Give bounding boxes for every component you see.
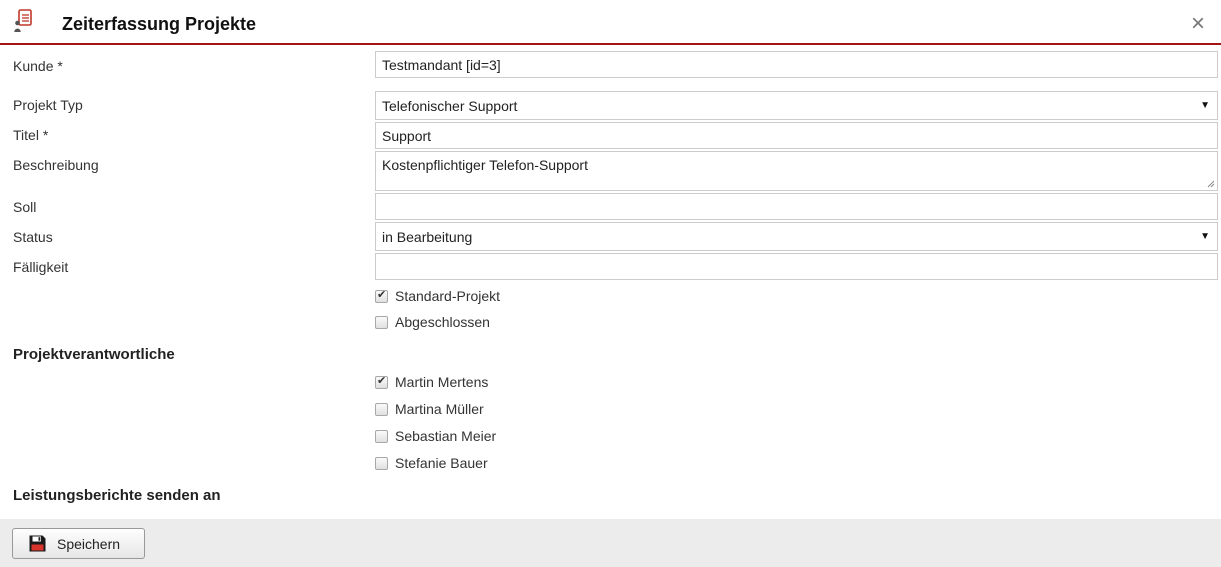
responsible-label: Sebastian Meier: [395, 428, 497, 444]
responsible-martin-mertens[interactable]: Martin Mertens: [375, 374, 488, 390]
beschreibung-textarea[interactable]: [375, 151, 1218, 191]
responsible-label: Martina Müller: [395, 401, 484, 417]
standard-projekt-option[interactable]: Standard-Projekt: [375, 288, 500, 304]
status-label: Status: [13, 229, 53, 245]
faelligkeit-input[interactable]: [375, 253, 1218, 280]
standard-projekt-checkbox[interactable]: [375, 288, 388, 303]
save-button[interactable]: Speichern: [12, 528, 145, 559]
kunde-label: Kunde *: [13, 58, 63, 74]
soll-label: Soll: [13, 199, 37, 215]
abgeschlossen-checkbox[interactable]: [375, 315, 388, 329]
responsible-checkbox[interactable]: [375, 374, 388, 389]
abgeschlossen-option[interactable]: Abgeschlossen: [375, 314, 490, 330]
beschreibung-label: Beschreibung: [13, 157, 99, 173]
reports-heading: Leistungsberichte senden an: [13, 487, 221, 504]
floppy-disk-icon: [29, 535, 46, 552]
dialog-header: Zeiterfassung Projekte ×: [0, 0, 1221, 45]
responsible-label: Stefanie Bauer: [395, 455, 488, 471]
projekt-typ-value: Telefonischer Support: [382, 97, 518, 114]
kunde-input[interactable]: [375, 51, 1218, 78]
projekt-typ-label: Projekt Typ: [13, 97, 83, 113]
responsible-stefanie-bauer[interactable]: Stefanie Bauer: [375, 455, 488, 471]
responsible-checkbox[interactable]: [375, 456, 388, 470]
titel-label: Titel *: [13, 127, 49, 143]
projekt-typ-select[interactable]: Telefonischer Support ▼: [375, 91, 1218, 120]
contact-card-icon: [14, 9, 32, 32]
abgeschlossen-label: Abgeschlossen: [395, 314, 490, 330]
responsibles-heading: Projektverantwortliche: [13, 346, 175, 363]
dialog-footer: Speichern: [0, 519, 1221, 567]
standard-projekt-label: Standard-Projekt: [395, 288, 501, 304]
triangle-down-icon: ▼: [1200, 231, 1210, 242]
responsible-checkbox[interactable]: [375, 429, 388, 443]
titel-input[interactable]: [375, 122, 1218, 149]
responsible-sebastian-meier[interactable]: Sebastian Meier: [375, 428, 496, 444]
faelligkeit-label: Fälligkeit: [13, 259, 69, 275]
page-title: Zeiterfassung Projekte: [62, 14, 257, 34]
responsible-label: Martin Mertens: [395, 374, 489, 390]
responsible-checkbox[interactable]: [375, 402, 388, 416]
status-select[interactable]: in Bearbeitung ▼: [375, 222, 1218, 251]
status-value: in Bearbeitung: [382, 228, 473, 245]
close-icon[interactable]: ×: [1191, 12, 1205, 36]
resize-handle-icon[interactable]: [1207, 180, 1215, 188]
triangle-down-icon: ▼: [1200, 100, 1210, 111]
save-button-label: Speichern: [57, 535, 121, 552]
responsible-martina-mueller[interactable]: Martina Müller: [375, 401, 484, 417]
soll-input[interactable]: [375, 193, 1218, 220]
